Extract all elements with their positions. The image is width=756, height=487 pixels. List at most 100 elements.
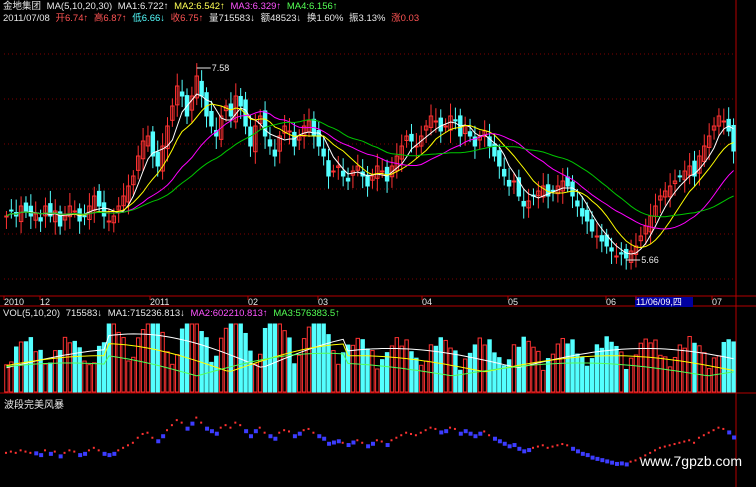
amplitude-value: 振3.13% bbox=[349, 13, 386, 24]
volume-bar bbox=[306, 326, 312, 393]
time-tick-label: 12 bbox=[40, 297, 50, 307]
indicator-dot bbox=[370, 441, 375, 446]
indicator-dot bbox=[53, 450, 56, 453]
indicator-dot bbox=[458, 431, 463, 436]
indicator-dot bbox=[575, 449, 580, 454]
candle-body bbox=[726, 118, 731, 132]
indicator-dot bbox=[361, 441, 364, 444]
volume-bar bbox=[731, 341, 736, 393]
volume-bar bbox=[575, 353, 580, 393]
volume-bar bbox=[331, 350, 336, 393]
volume-bar bbox=[121, 337, 126, 393]
volume-bar bbox=[175, 354, 180, 393]
volume-bar bbox=[404, 339, 409, 393]
indicator-dot bbox=[341, 441, 344, 444]
candle-body bbox=[340, 170, 346, 177]
volume-bar bbox=[355, 337, 361, 393]
volume-bar bbox=[706, 368, 712, 393]
volume-bar bbox=[126, 360, 131, 393]
candle-body bbox=[72, 210, 77, 213]
turnover-value: 换1.60% bbox=[306, 13, 344, 24]
indicator-dot bbox=[727, 430, 732, 435]
indicator-dot bbox=[63, 451, 66, 454]
indicator-dot bbox=[346, 443, 351, 448]
ma4-value: MA4:6.156↑ bbox=[286, 1, 338, 12]
volume-bar bbox=[360, 339, 365, 393]
indicator-dot bbox=[619, 461, 624, 466]
indicator-dot bbox=[414, 434, 417, 437]
indicator-dot bbox=[131, 441, 134, 444]
volume-bar bbox=[340, 352, 346, 393]
volume-bar bbox=[721, 341, 727, 393]
volume-bar bbox=[448, 347, 453, 393]
indicator-dot bbox=[483, 430, 486, 433]
candle-body bbox=[326, 160, 331, 177]
candle-body bbox=[155, 151, 160, 167]
volume-bar bbox=[214, 355, 219, 393]
indicator-dot bbox=[253, 429, 258, 434]
indicator-dot bbox=[707, 431, 710, 434]
indicator-dot bbox=[29, 451, 32, 454]
candle-body bbox=[580, 208, 585, 217]
candle-body bbox=[521, 200, 526, 207]
indicator-dot bbox=[561, 443, 564, 446]
volume-bar bbox=[433, 345, 439, 393]
stock-chart[interactable]: 7.58 5.66 2010 12 2011 02 03 04 05 06 11/06/09,四 07 bbox=[0, 0, 756, 487]
indicator-dot bbox=[24, 450, 27, 453]
volume-bar bbox=[414, 357, 419, 393]
volume-bar bbox=[389, 345, 395, 393]
time-tick-label: 04 bbox=[422, 297, 432, 307]
indicator-dot bbox=[590, 455, 595, 460]
candle-body bbox=[199, 80, 204, 97]
indicator-dot bbox=[97, 449, 100, 452]
indicator-dot bbox=[190, 421, 195, 426]
volume-bar bbox=[67, 342, 73, 393]
volume-bar bbox=[18, 341, 24, 393]
vol-value: 715583↓ bbox=[65, 308, 103, 319]
indicator-dot bbox=[453, 427, 456, 430]
volume-bar bbox=[443, 339, 448, 393]
volume-bar bbox=[628, 357, 634, 393]
indicator-dot bbox=[229, 426, 232, 429]
indicator-dot bbox=[497, 439, 502, 444]
change-value: 涨0.03 bbox=[391, 13, 420, 24]
volume-bar bbox=[653, 339, 658, 393]
indicator-dot bbox=[732, 435, 737, 440]
volume-bar bbox=[394, 337, 400, 393]
indicator-dot bbox=[302, 429, 305, 432]
candle-body bbox=[511, 180, 517, 183]
indicator-dot bbox=[180, 421, 183, 424]
indicator-dot bbox=[185, 426, 190, 431]
candle-body bbox=[677, 175, 683, 178]
volume-bar bbox=[619, 351, 624, 393]
volume-bar bbox=[228, 323, 234, 393]
volume-bar bbox=[375, 368, 380, 393]
indicator-dot bbox=[331, 440, 336, 445]
indicator-dot bbox=[658, 446, 661, 449]
candle-body bbox=[501, 168, 507, 177]
volume-bar bbox=[692, 342, 697, 393]
close-value: 收6.75↑ bbox=[170, 13, 204, 24]
indicator-dot bbox=[673, 443, 676, 446]
time-tick-label: 07 bbox=[712, 297, 722, 307]
time-tick-label: 05 bbox=[508, 297, 518, 307]
candle-body bbox=[506, 179, 512, 187]
candle-body bbox=[204, 92, 209, 117]
candle-body bbox=[101, 202, 107, 217]
high-value: 高6.87↑ bbox=[93, 13, 127, 24]
indicator-dot bbox=[693, 441, 696, 444]
volume-bar bbox=[565, 343, 570, 393]
indicator-dot bbox=[654, 449, 657, 452]
volume-bar bbox=[282, 330, 287, 393]
indicator-dot bbox=[68, 449, 71, 452]
volume-bar bbox=[604, 336, 609, 393]
indicator-dot bbox=[307, 427, 310, 430]
volume-bar bbox=[506, 359, 512, 393]
indicator-dot bbox=[600, 458, 605, 463]
candle-body bbox=[365, 174, 370, 187]
candle-body bbox=[38, 217, 43, 222]
indicator-dot bbox=[146, 431, 149, 434]
volume-bar bbox=[131, 356, 136, 393]
indicator-dot bbox=[434, 427, 437, 430]
volume-bar bbox=[458, 369, 463, 393]
